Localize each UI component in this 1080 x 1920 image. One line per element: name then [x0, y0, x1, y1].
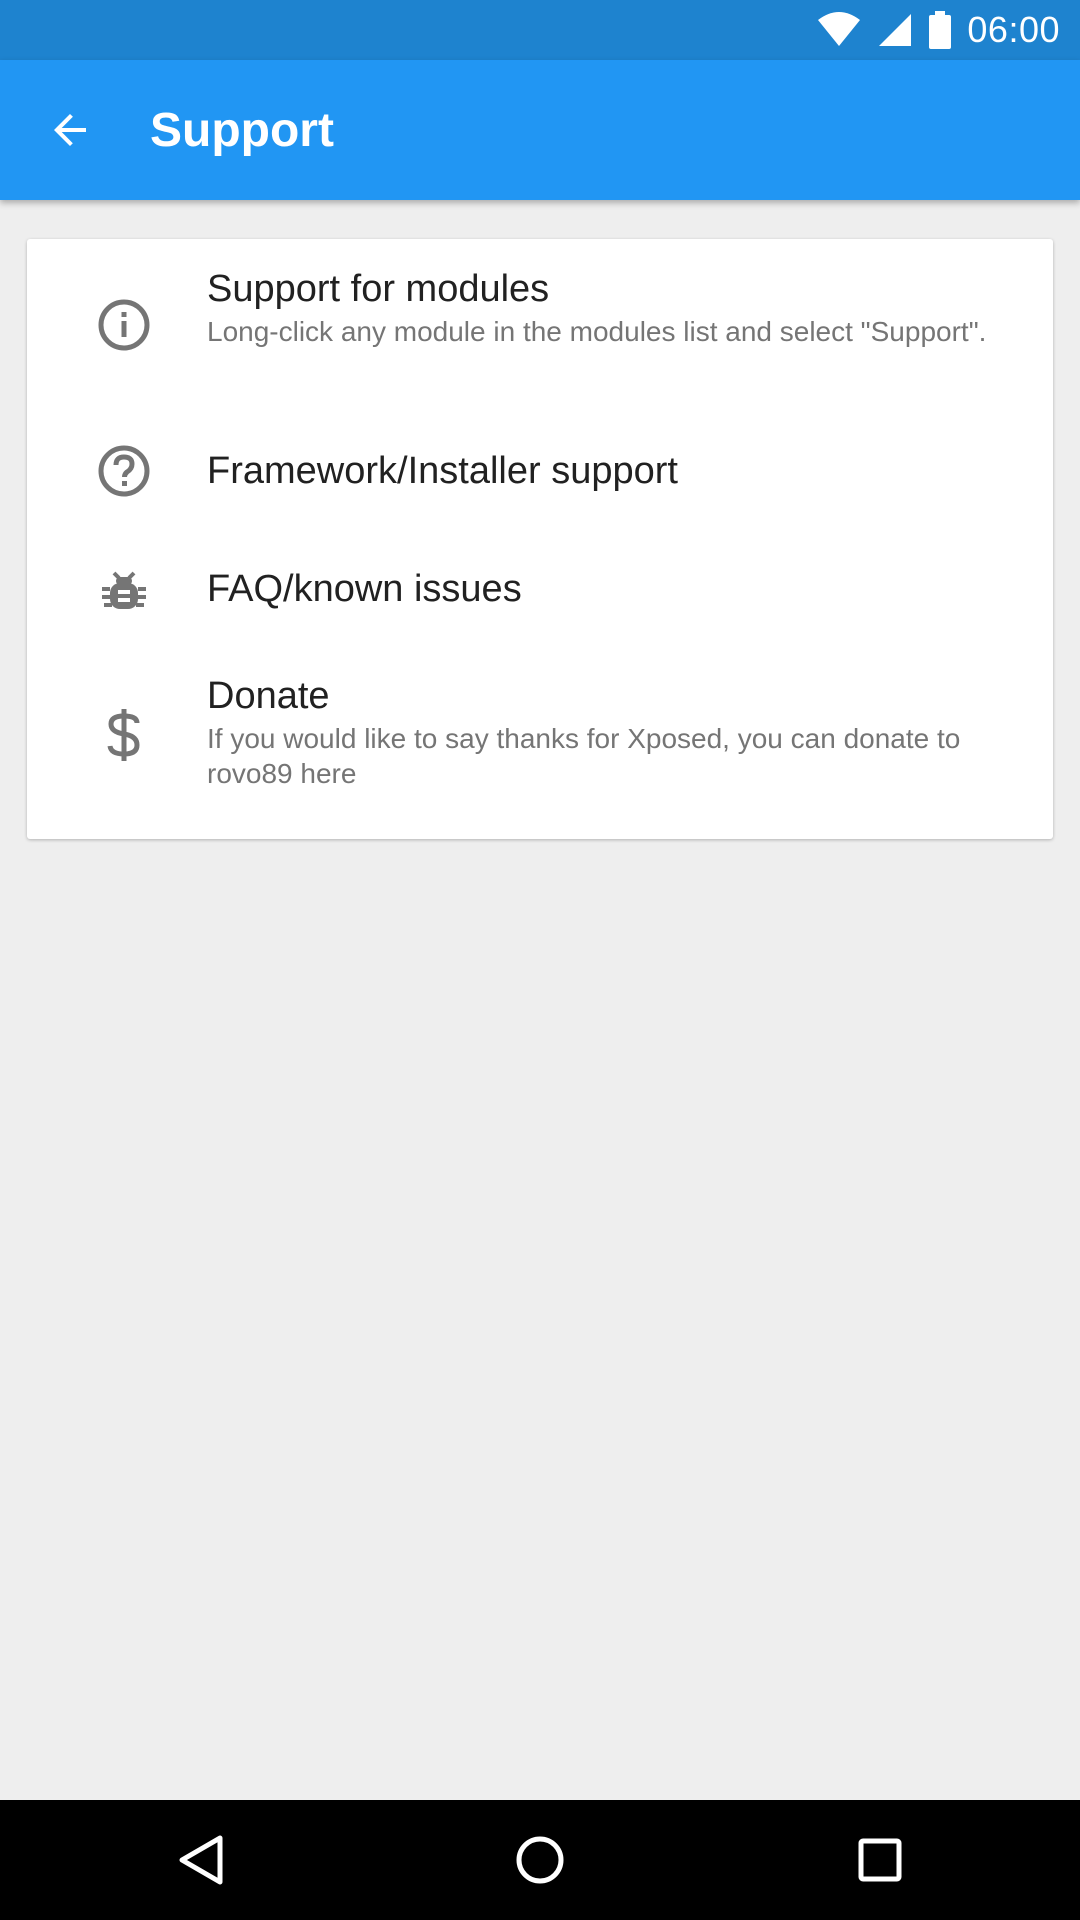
status-time: 06:00 — [967, 9, 1060, 50]
dollar-icon — [69, 695, 179, 775]
list-item-faq[interactable]: FAQ/known issues — [27, 531, 1053, 651]
cell-signal-icon — [877, 12, 913, 48]
wifi-icon — [817, 12, 861, 48]
support-card: Support for modules Long-click any modul… — [27, 239, 1053, 839]
nav-home-button[interactable] — [490, 1820, 590, 1900]
navigation-bar — [0, 1800, 1080, 1920]
list-item-framework-support[interactable]: Framework/Installer support — [27, 411, 1053, 531]
item-title: Framework/Installer support — [207, 450, 678, 492]
screen: 06:00 Support Support for modules Long-c… — [0, 0, 1080, 1920]
nav-recents-button[interactable] — [830, 1820, 930, 1900]
arrow-back-icon — [54, 114, 86, 146]
item-summary: If you would like to say thanks for Xpos… — [207, 723, 961, 789]
nav-recents-icon — [858, 1838, 902, 1882]
help-icon — [69, 431, 179, 511]
list-item-donate[interactable]: Donate If you would like to say thanks f… — [27, 651, 1053, 839]
item-title: FAQ/known issues — [207, 568, 522, 610]
app-bar: Support — [0, 60, 1080, 200]
item-summary: Long-click any module in the modules lis… — [207, 316, 987, 347]
info-icon — [69, 285, 179, 365]
list-item-support-modules[interactable]: Support for modules Long-click any modul… — [27, 239, 1053, 411]
page-title: Support — [150, 103, 334, 157]
nav-back-button[interactable] — [151, 1820, 251, 1900]
nav-back-icon — [179, 1835, 223, 1885]
nav-home-icon — [516, 1836, 564, 1884]
item-title: Donate — [207, 675, 330, 717]
back-button[interactable] — [30, 90, 110, 170]
bug-icon — [69, 549, 179, 629]
battery-icon — [929, 11, 952, 49]
status-bar: 06:00 — [0, 0, 1080, 60]
item-title: Support for modules — [207, 268, 550, 310]
